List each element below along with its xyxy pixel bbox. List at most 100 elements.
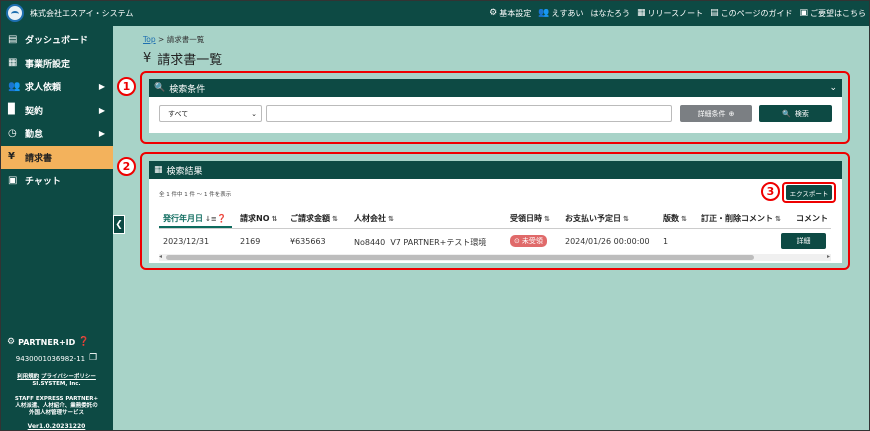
column-header-version[interactable]: 版数 ⇅	[663, 213, 687, 224]
column-header-correction-comment[interactable]: 訂正・削除コメント ⇅	[701, 213, 781, 224]
sort-icon: ⇅	[544, 215, 550, 223]
sort-icon: ⇅	[681, 215, 687, 223]
cell-issue-date: 2023/12/31	[163, 237, 210, 246]
copy-icon[interactable]: ❐	[89, 354, 97, 363]
header-divider	[159, 228, 831, 229]
cell-staffing-company: No8440 V7 PARTNER+テスト環境	[354, 238, 487, 247]
company-logo-icon	[6, 4, 24, 22]
annotation-number-3: 3	[761, 182, 780, 201]
dashboard-icon: ▤	[8, 33, 18, 45]
sidebar-item-job-requests[interactable]: 👥 求人依頼 ▶	[0, 75, 113, 99]
gear-icon: ⚙	[7, 337, 16, 347]
column-header-issue-date[interactable]: 発行年月日 ↓≡❓	[163, 213, 227, 224]
export-button[interactable]: エクスポート	[786, 185, 832, 200]
version-link[interactable]: Ver1.0.20231220	[0, 423, 113, 430]
page-title: ¥ 請求書一覧	[143, 51, 223, 68]
gear-icon: ⚙	[489, 7, 498, 18]
expand-arrow-icon: ▶	[98, 129, 105, 139]
chevron-left-icon: ❮	[115, 219, 123, 230]
search-input[interactable]	[266, 105, 672, 122]
partner-id-value: 9430001036982-11 ❐	[15, 353, 98, 363]
building-icon: ▦	[8, 57, 18, 69]
sidebar-item-contracts[interactable]: ▉ 契約 ▶	[0, 99, 113, 123]
column-header-payment-date[interactable]: お支払い予定日 ⇅	[565, 213, 629, 224]
chevron-down-icon: ⌄	[829, 83, 837, 93]
calendar-icon: ▦	[637, 7, 646, 18]
file-icon: ▉	[8, 104, 16, 116]
terms-link[interactable]: 利用規約	[17, 374, 39, 380]
header-link-username[interactable]: はなたろう	[590, 8, 630, 19]
row-detail-button[interactable]: 詳細	[781, 233, 826, 249]
top-bar: 株式会社エスアイ・システム ⚙ 基本設定 👥 えすあい はなたろう ▦ リリースノート…	[0, 0, 870, 26]
help-icon[interactable]: ❓	[217, 214, 227, 223]
clock-icon: ◷	[8, 127, 17, 139]
sidebar: ▤ ダッシュボード ▦ 事業所設定 👥 求人依頼 ▶ ▉ 契約 ▶ ◷ 勤怠 ▶ ¥ 請求書 ▣ チ…	[0, 26, 113, 431]
people-icon: 👥	[8, 80, 21, 92]
sidebar-footer: ⚙ PARTNER+ID ❓ 9430001036982-11 ❐ 利用規約 プ…	[0, 337, 113, 431]
users-icon: 👥	[538, 7, 550, 18]
scroll-right-icon[interactable]: ▸	[827, 253, 830, 260]
sidebar-item-invoices[interactable]: ¥ 請求書	[0, 145, 113, 169]
header-link-feedback[interactable]: ▣ ご要望はこちら	[799, 8, 866, 19]
plus-circle-icon: ⊕	[728, 109, 735, 118]
comment-icon: ▣	[799, 7, 808, 18]
book-icon: ▤	[710, 7, 719, 18]
breadcrumb-top-link[interactable]: Top	[143, 35, 156, 44]
cell-invoice-no: 2169	[240, 237, 261, 246]
legal-company: SI.SYSTEM, Inc.	[32, 380, 81, 387]
cell-payment-date: 2024/01/26 00:00:00	[565, 237, 650, 246]
sort-icon: ⇅	[332, 215, 338, 223]
header-link-guide[interactable]: ▤ このページのガイド	[710, 8, 792, 19]
column-header-comment: コメント	[796, 214, 828, 223]
chat-icon: ▣	[8, 174, 18, 186]
expand-arrow-icon: ▶	[98, 82, 105, 92]
sort-desc-icon: ↓≡	[205, 215, 217, 223]
scroll-left-icon[interactable]: ◂	[159, 253, 162, 260]
search-panel-header[interactable]: 🔍 検索条件 ⌄	[149, 79, 842, 97]
search-icon: 🔍	[782, 109, 791, 118]
column-header-invoice-no[interactable]: 請求NO ⇅	[240, 213, 277, 224]
column-header-amount[interactable]: ご請求金額 ⇅	[290, 213, 338, 224]
cell-version: 1	[663, 237, 669, 246]
column-header-staffing-company[interactable]: 人材会社 ⇅	[354, 213, 394, 224]
chevron-down-icon: ⌄	[251, 109, 257, 118]
yen-icon: ¥	[8, 151, 15, 163]
clock-icon: ⊙	[514, 237, 520, 245]
expand-arrow-icon: ▶	[98, 105, 105, 115]
sidebar-collapse-button[interactable]: ❮	[113, 215, 125, 234]
header-link-release-notes[interactable]: ▦ リリースノート	[637, 8, 703, 19]
sidebar-item-attendance[interactable]: ◷ 勤怠 ▶	[0, 122, 113, 146]
sidebar-item-chat[interactable]: ▣ チャット	[0, 169, 113, 193]
sort-icon: ⇅	[388, 215, 394, 223]
breadcrumb-current: 請求書一覧	[166, 35, 205, 44]
search-type-select[interactable]: すべて ⌄	[159, 105, 262, 122]
header-links: ⚙ 基本設定 👥 えすあい はなたろう ▦ リリースノート ▤ このページのガイド ▣ ご…	[489, 0, 866, 26]
sidebar-item-dashboard[interactable]: ▤ ダッシュボード	[0, 28, 113, 52]
yen-icon: ¥	[143, 51, 152, 66]
company-name: 株式会社エスアイ・システム	[30, 8, 134, 18]
header-link-settings[interactable]: ⚙ 基本設定	[489, 8, 531, 19]
result-count: 全 1 件中 1 件 ～ 1 件を表示	[159, 192, 232, 198]
header-link-user[interactable]: 👥 えすあい	[538, 8, 583, 19]
sort-icon: ⇅	[775, 215, 781, 223]
breadcrumb: Top > 請求書一覧	[143, 35, 205, 44]
search-icon: 🔍	[154, 83, 166, 93]
annotation-number-1: 1	[117, 77, 136, 96]
help-icon[interactable]: ❓	[78, 338, 89, 347]
status-badge: ⊙ 未受領	[510, 235, 547, 247]
scrollbar-thumb[interactable]	[166, 255, 754, 260]
results-panel-header: ▦ 検索結果	[149, 161, 842, 179]
partner-id-label: ⚙ PARTNER+ID ❓	[7, 337, 90, 348]
search-button[interactable]: 🔍 検索	[759, 105, 832, 122]
legal-links: 利用規約 プライバシーポリシー SI.SYSTEM, Inc.	[0, 374, 113, 388]
horizontal-scrollbar[interactable]: ◂ ▸	[159, 253, 831, 261]
sort-icon: ⇅	[623, 215, 629, 223]
detail-conditions-button[interactable]: 詳細条件 ⊕	[680, 105, 752, 122]
sidebar-item-office-settings[interactable]: ▦ 事業所設定	[0, 52, 113, 76]
privacy-link[interactable]: プライバシーポリシー	[41, 374, 96, 380]
search-panel: 🔍 検索条件 ⌄	[149, 79, 842, 97]
column-header-received-at[interactable]: 受領日時 ⇅	[510, 213, 550, 224]
table-icon: ▦	[154, 165, 163, 175]
annotation-number-2: 2	[117, 157, 136, 176]
cell-amount: ¥635663	[290, 237, 326, 246]
